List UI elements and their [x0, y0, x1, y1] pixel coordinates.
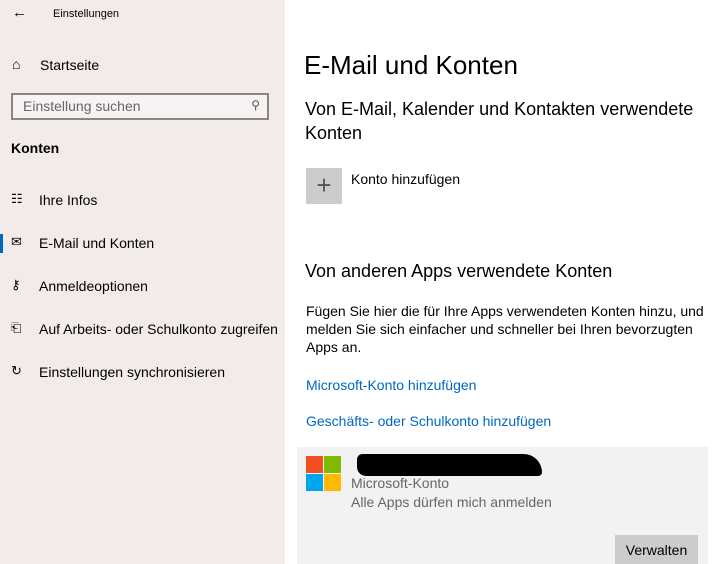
account-status: Alle Apps dürfen mich anmelden — [351, 494, 552, 510]
section-heading-email: Von E-Mail, Kalender und Kontakten verwe… — [305, 99, 694, 143]
plus-icon[interactable]: + — [306, 168, 342, 204]
sidebar-item-ihre-infos[interactable]: ☷ Ihre Infos — [0, 185, 285, 215]
redacted-account-name — [357, 454, 542, 476]
home-icon[interactable]: ⌂ — [12, 56, 20, 72]
sidebar-item-arbeitskonto[interactable]: ⎗ Auf Arbeits- oder Schulkonto zugreifen — [0, 314, 285, 344]
section-heading: Konten — [11, 140, 60, 156]
account-type: Microsoft-Konto — [351, 475, 450, 491]
add-microsoft-account-link[interactable]: Microsoft-Konto hinzufügen — [306, 377, 476, 393]
manage-button[interactable]: Verwalten — [615, 535, 698, 564]
sidebar: ← Einstellungen ⌂ Startseite Einstellung… — [0, 0, 285, 564]
microsoft-logo-icon — [306, 456, 341, 491]
add-account-button[interactable]: Konto hinzufügen — [351, 171, 460, 187]
window-title: Einstellungen — [53, 8, 120, 20]
back-arrow-icon[interactable]: ← — [12, 4, 27, 21]
search-placeholder: Einstellung suchen — [23, 98, 141, 114]
sidebar-item-anmeldeoptionen[interactable]: ⚷ Anmeldeoptionen — [0, 271, 285, 301]
sidebar-item-label: Ihre Infos — [39, 192, 98, 208]
person-card-icon: ☷ — [11, 191, 23, 206]
sidebar-item-label: Anmeldeoptionen — [39, 278, 148, 294]
section-heading-apps: Von anderen Apps verwendete Konten — [305, 261, 613, 281]
account-item[interactable]: Microsoft-Konto Alle Apps dürfen mich an… — [297, 447, 708, 564]
search-icon[interactable]: ⚲ — [251, 98, 260, 112]
sidebar-home[interactable]: Startseite — [40, 57, 99, 73]
sidebar-item-label: Auf Arbeits- oder Schulkonto zugreifen — [39, 321, 278, 337]
description: Fügen Sie hier die für Ihre Apps verwend… — [306, 303, 704, 355]
mail-icon: ✉ — [11, 234, 22, 249]
sidebar-item-label: E-Mail und Konten — [39, 235, 155, 251]
sidebar-item-email-konten[interactable]: ✉ E-Mail und Konten — [0, 228, 285, 258]
sidebar-item-sync[interactable]: ↻ Einstellungen synchronisieren — [0, 357, 285, 387]
sidebar-item-label: Einstellungen synchronisieren — [39, 364, 225, 380]
page-title: E-Mail und Konten — [304, 50, 518, 80]
briefcase-icon: ⎗ — [11, 320, 22, 335]
add-work-account-link[interactable]: Geschäfts- oder Schulkonto hinzufügen — [306, 413, 551, 429]
sync-icon: ↻ — [11, 363, 22, 378]
search-input[interactable]: Einstellung suchen ⚲ — [11, 93, 269, 120]
key-icon: ⚷ — [11, 277, 21, 292]
